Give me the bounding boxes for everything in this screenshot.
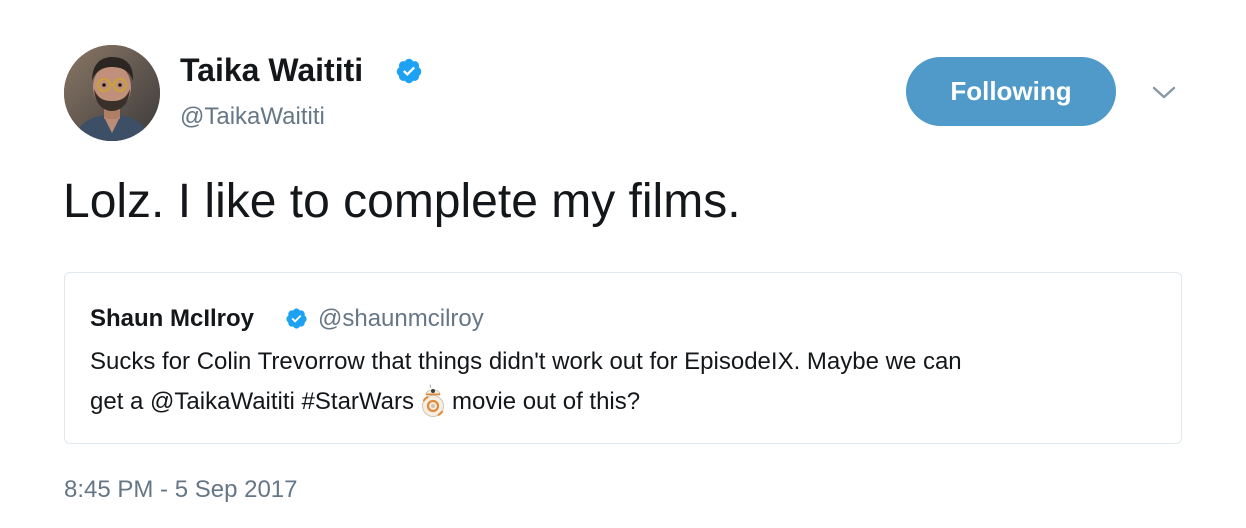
author-handle[interactable]: @TaikaWaititi — [180, 101, 325, 133]
quoted-tweet-text-before-emoji: get a @TaikaWaititi #StarWars — [90, 388, 415, 415]
quoted-tweet-text: Sucks for Colin Trevorrow that things di… — [90, 342, 1160, 422]
bb8-icon — [422, 384, 444, 417]
chevron-down-icon[interactable] — [1150, 80, 1178, 104]
author-display-name[interactable]: Taika Waititi — [180, 50, 363, 90]
quoted-tweet-line: Sucks for Colin Trevorrow that things di… — [90, 348, 962, 375]
verified-badge-icon — [396, 58, 422, 84]
tweet-timestamp[interactable]: 8:45 PM - 5 Sep 2017 — [64, 474, 297, 506]
verified-badge-icon — [286, 308, 307, 329]
tweet-text: Lolz. I like to complete my films. — [63, 175, 741, 228]
quoted-tweet-line: get a @TaikaWaititi #StarWars movie out … — [90, 382, 1160, 422]
avatar[interactable] — [64, 45, 160, 141]
quoted-author-handle[interactable]: @shaunmcilroy — [318, 303, 484, 335]
avatar-image — [64, 45, 160, 141]
quoted-tweet[interactable]: Shaun McIlroy @shaunmcilroy Sucks for Co… — [64, 272, 1182, 444]
following-button[interactable]: Following — [906, 57, 1116, 126]
quoted-tweet-text-after-emoji: movie out of this? — [452, 388, 641, 415]
quoted-author-display-name[interactable]: Shaun McIlroy — [90, 303, 254, 335]
